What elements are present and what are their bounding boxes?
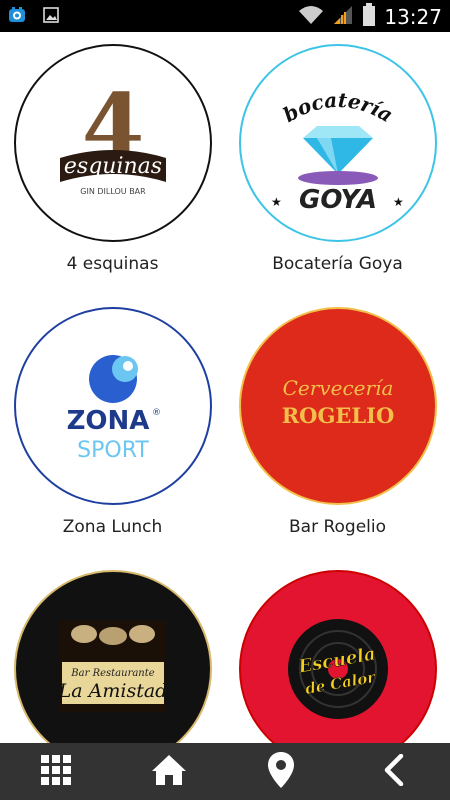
restaurant-name[interactable]: Bar Rogelio (225, 517, 450, 537)
restaurant-tile-bar-rogelio[interactable]: Cervecería ROGELIO Bar Rogelio (225, 295, 450, 558)
restaurant-logo[interactable]: Cervecería ROGELIO (239, 307, 437, 505)
logo-line1: ZONA (67, 406, 150, 436)
home-button[interactable] (113, 743, 226, 800)
restaurant-name[interactable]: Zona Lunch (0, 517, 225, 537)
logo-script: esquinas (64, 154, 162, 179)
restaurant-name[interactable]: 4 esquinas (0, 254, 225, 274)
wifi-icon (298, 4, 324, 30)
image-notification-icon (42, 6, 60, 28)
restaurant-logo[interactable]: ZONA ® SPORT (14, 307, 212, 505)
logo-bottom: GOYA (299, 185, 377, 215)
svg-text:★: ★ (271, 195, 282, 209)
signal-icon (332, 4, 354, 30)
home-icon (150, 753, 188, 791)
restaurant-tile-4-esquinas[interactable]: 4 esquinas GIN DILLOU BAR 4 esquinas (0, 32, 225, 295)
restaurant-tile-escuela-de-calor[interactable]: Escuela de Calor (225, 558, 450, 743)
logo-tagline: GIN DILLOU BAR (80, 187, 146, 196)
svg-text:bocatería: bocatería (279, 88, 397, 127)
restaurant-logo[interactable]: Bar Restaurante La Amistad (14, 570, 212, 743)
restaurant-tile-bocateria-goya[interactable]: bocatería ★ ★ GOYA Bocatería Goya (225, 32, 450, 295)
grid-menu-icon (40, 754, 72, 790)
restaurant-tile-la-amistad[interactable]: Bar Restaurante La Amistad (0, 558, 225, 743)
location-button[interactable] (225, 743, 338, 800)
logo-line2: SPORT (77, 438, 149, 463)
logo-line1: Bar Restaurante (70, 668, 154, 679)
logo-line2: ROGELIO (282, 403, 395, 428)
restaurant-logo[interactable]: 4 esquinas GIN DILLOU BAR (14, 44, 212, 242)
restaurant-logo[interactable]: bocatería ★ ★ GOYA (239, 44, 437, 242)
back-button[interactable] (338, 743, 450, 800)
grid-menu-button[interactable] (0, 743, 113, 800)
logo-line1: Cervecería (283, 376, 394, 400)
battery-icon (362, 3, 376, 31)
clock: 13:27 (384, 5, 442, 29)
location-pin-icon (267, 751, 295, 793)
svg-text:★: ★ (393, 195, 404, 209)
bottom-navigation (0, 743, 450, 800)
restaurant-name[interactable]: Bocatería Goya (225, 254, 450, 274)
restaurant-grid: 4 esquinas GIN DILLOU BAR 4 esquinas boc… (0, 32, 450, 743)
logo-top: bocatería (279, 88, 397, 127)
logo-line2: La Amistad (58, 680, 168, 702)
restaurant-tile-zona-lunch[interactable]: ZONA ® SPORT Zona Lunch (0, 295, 225, 558)
logo-mark: ® (152, 408, 161, 418)
back-chevron-icon (383, 753, 405, 790)
app-notification-icon (8, 6, 26, 28)
restaurant-logo[interactable]: Escuela de Calor (239, 570, 437, 743)
status-bar: 13:27 (0, 0, 450, 32)
